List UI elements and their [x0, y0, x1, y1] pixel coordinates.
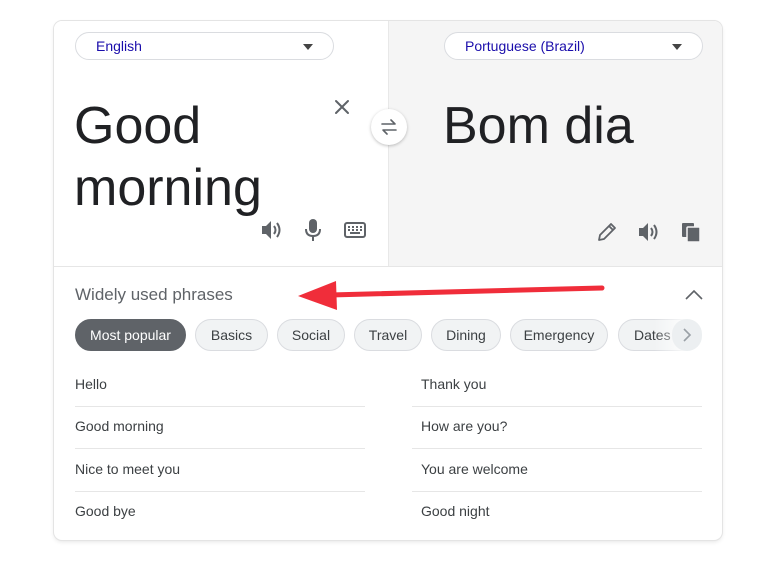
copy-icon [682, 223, 701, 243]
target-pane: Portuguese (Brazil) Bom dia [388, 21, 722, 266]
target-language-label: Portuguese (Brazil) [465, 38, 585, 54]
chips-next-button[interactable] [672, 319, 702, 351]
phrases-title: Widely used phrases [75, 285, 233, 304]
clear-button[interactable] [334, 95, 350, 119]
copy-button[interactable] [679, 220, 703, 244]
phrase-divider [75, 491, 365, 492]
source-listen-button[interactable] [259, 217, 285, 243]
speaker-icon [262, 221, 281, 239]
keyboard-button[interactable] [342, 219, 368, 241]
phrase-item[interactable]: Good bye [75, 503, 136, 519]
swap-icon [381, 119, 397, 135]
pencil-icon [598, 223, 616, 241]
phrase-divider [75, 406, 365, 407]
phrase-item[interactable]: Good morning [75, 418, 164, 434]
dropdown-caret-icon [303, 44, 313, 50]
dropdown-caret-icon [672, 44, 682, 50]
section-divider [54, 266, 722, 267]
phrase-divider [75, 448, 365, 449]
phrase-item[interactable]: Thank you [421, 376, 486, 392]
translator-card: English Good morning Portuguese (Brazil)… [54, 21, 722, 540]
edit-translation-button[interactable] [595, 220, 619, 244]
phrase-divider [412, 491, 702, 492]
source-language-select[interactable]: English [75, 32, 334, 60]
chip-travel[interactable]: Travel [354, 319, 422, 351]
chip-emergency[interactable]: Emergency [510, 319, 608, 351]
phrase-item[interactable]: How are you? [421, 418, 507, 434]
keyboard-icon [344, 222, 366, 238]
microphone-button[interactable] [301, 217, 325, 243]
chevron-up-icon [685, 289, 703, 300]
chip-most-popular[interactable]: Most popular [75, 319, 186, 351]
phrase-divider [412, 448, 702, 449]
source-text-line-1: Good [74, 97, 202, 155]
microphone-icon [305, 219, 321, 241]
chip-dining[interactable]: Dining [431, 319, 501, 351]
target-language-select[interactable]: Portuguese (Brazil) [444, 32, 703, 60]
phrase-divider [412, 406, 702, 407]
chevron-right-icon [683, 328, 692, 342]
phrase-item[interactable]: You are welcome [421, 461, 528, 477]
target-listen-button[interactable] [636, 219, 662, 245]
phrase-item[interactable]: Hello [75, 376, 107, 392]
chip-basics[interactable]: Basics [195, 319, 268, 351]
speaker-icon [639, 223, 658, 241]
close-icon [335, 100, 349, 114]
source-language-label: English [96, 38, 142, 54]
source-text-line-2: morning [74, 159, 262, 217]
swap-languages-button[interactable] [371, 109, 407, 145]
chip-social[interactable]: Social [277, 319, 345, 351]
phrase-item[interactable]: Good night [421, 503, 490, 519]
collapse-phrases-button[interactable] [682, 283, 706, 307]
source-text[interactable]: Good morning [74, 95, 262, 219]
source-pane: English Good morning [54, 21, 388, 266]
target-text: Bom dia [443, 97, 634, 155]
phrase-item[interactable]: Nice to meet you [75, 461, 180, 477]
